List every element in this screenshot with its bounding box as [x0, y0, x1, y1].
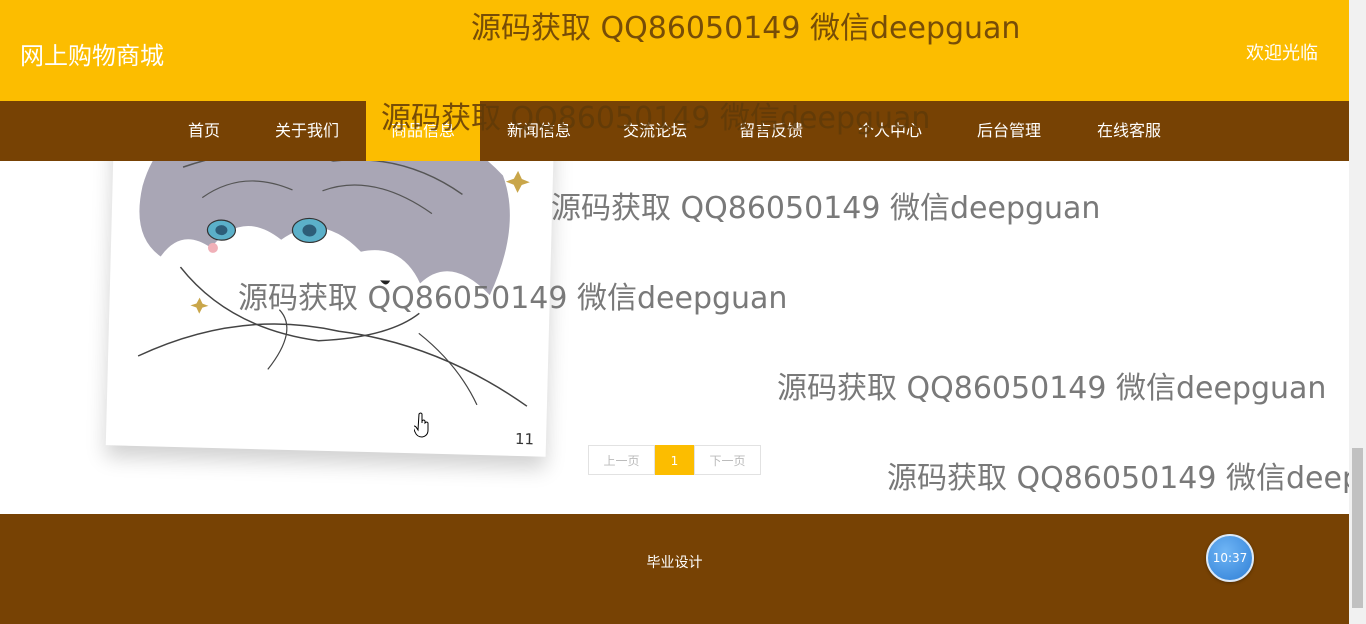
product-number: 11: [514, 429, 535, 449]
hand-cursor-icon: [414, 412, 429, 438]
nav-item-news[interactable]: 新闻信息: [498, 101, 580, 161]
nav-item-forum[interactable]: 交流论坛: [614, 101, 696, 161]
nav-item-products[interactable]: 商品信息: [366, 101, 480, 161]
current-page-button[interactable]: 1: [655, 445, 694, 475]
page-scrollbar[interactable]: [1349, 0, 1366, 624]
nav-item-admin[interactable]: 后台管理: [968, 101, 1050, 161]
next-page-button[interactable]: 下一页: [694, 445, 761, 475]
welcome-text: 欢迎光临: [1246, 43, 1318, 64]
nav-item-customer-service[interactable]: 在线客服: [1088, 101, 1170, 161]
site-title[interactable]: 网上购物商城: [20, 36, 164, 71]
site-footer: 毕业设计: [0, 514, 1349, 624]
product-card[interactable]: 11: [105, 161, 555, 457]
prev-page-button[interactable]: 上一页: [588, 445, 655, 475]
main-nav: 首页 关于我们 商品信息 新闻信息 交流论坛 留言反馈 个人中心 后台管理 在线…: [0, 101, 1349, 161]
footer-text: 毕业设计: [646, 555, 703, 571]
site-header: 网上购物商城 欢迎光临: [0, 0, 1349, 101]
anime-character-image: [116, 161, 544, 427]
nav-item-user-center[interactable]: 个人中心: [849, 101, 931, 161]
watermark-clip: 源码获取 QQ86050149 微信deepguan: [887, 453, 1349, 493]
nav-item-home[interactable]: 首页: [176, 101, 232, 161]
scrollbar-thumb[interactable]: [1352, 448, 1363, 608]
pagination: 上一页 1 下一页: [588, 445, 761, 475]
watermark-text: 源码获取 QQ86050149 微信deepguan: [887, 461, 1349, 493]
product-image[interactable]: [116, 161, 544, 427]
nav-item-feedback[interactable]: 留言反馈: [730, 101, 812, 161]
nav-item-about[interactable]: 关于我们: [266, 101, 348, 161]
clock-widget[interactable]: 10:37: [1206, 534, 1254, 582]
